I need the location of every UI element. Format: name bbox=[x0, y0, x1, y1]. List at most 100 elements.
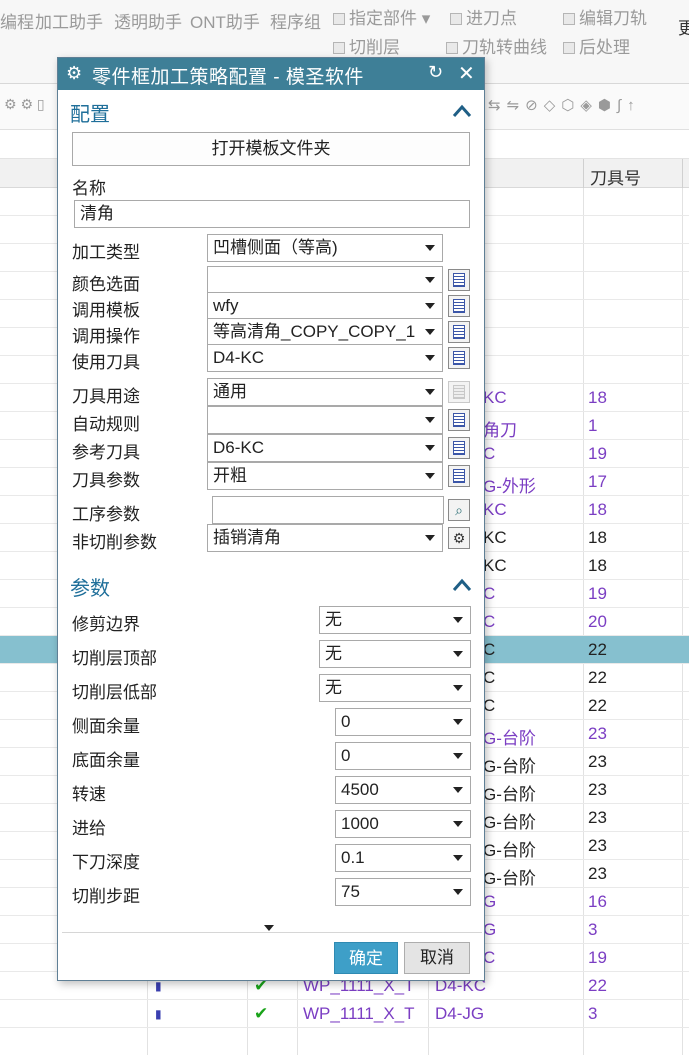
ribbon-item-toolpath-to-curve[interactable]: 刀轨转曲线 bbox=[446, 33, 547, 58]
tool-name-cell: G-台阶 bbox=[483, 869, 536, 888]
list-icon[interactable] bbox=[448, 409, 470, 431]
list-icon[interactable] bbox=[448, 437, 470, 459]
config-label: 工序参数 bbox=[72, 505, 140, 524]
list-icon[interactable] bbox=[448, 347, 470, 369]
config-label: 调用操作 bbox=[72, 327, 140, 346]
ribbon-item-programming[interactable]: 编程 bbox=[0, 8, 34, 33]
config-dropdown[interactable]: D4-KC bbox=[207, 344, 443, 372]
chevron-down-icon bbox=[425, 329, 435, 335]
expand-more-icon[interactable] bbox=[264, 925, 274, 931]
list-icon[interactable] bbox=[448, 465, 470, 487]
list-icon[interactable] bbox=[448, 295, 470, 317]
chevron-down-icon bbox=[425, 417, 435, 423]
tool-number-cell: 1 bbox=[588, 416, 598, 435]
tool-number-header[interactable]: 刀具号 bbox=[590, 164, 641, 189]
toolbar-right-icons[interactable]: ⇆⇋⊘◇⬡◈⬢∫↑ bbox=[488, 96, 641, 114]
collapse-params-icon[interactable] bbox=[452, 578, 472, 592]
config-text-input[interactable] bbox=[212, 496, 444, 524]
name-label: 名称 bbox=[72, 179, 106, 198]
table-row[interactable] bbox=[0, 1028, 689, 1055]
param-dropdown[interactable]: 1000 bbox=[335, 810, 471, 838]
param-value: 1000 bbox=[341, 814, 379, 833]
list-icon[interactable] bbox=[448, 269, 470, 291]
ribbon-item-postprocess[interactable]: 后处理 bbox=[563, 33, 630, 58]
chevron-down-icon bbox=[453, 855, 463, 861]
ribbon-item-transparent-helper[interactable]: 透明助手 bbox=[114, 8, 182, 33]
param-dropdown[interactable]: 0.1 bbox=[335, 844, 471, 872]
open-template-folder-button[interactable]: 打开模板文件夹 bbox=[72, 132, 470, 166]
chevron-down-icon bbox=[425, 445, 435, 451]
part-icon bbox=[333, 13, 345, 25]
param-label: 切削步距 bbox=[72, 887, 140, 906]
ribbon-item-program-group[interactable]: 程序组 bbox=[270, 8, 321, 33]
param-dropdown[interactable]: 无 bbox=[319, 674, 471, 702]
config-value: 插销清角 bbox=[213, 528, 281, 547]
tool-number-cell: 22 bbox=[588, 668, 607, 687]
config-label: 加工类型 bbox=[72, 243, 140, 262]
param-label: 下刀深度 bbox=[72, 853, 140, 872]
config-dropdown[interactable]: D6-KC bbox=[207, 434, 443, 462]
reset-icon[interactable]: ↻ bbox=[428, 62, 443, 83]
tool-number-cell: 18 bbox=[588, 528, 607, 547]
toolbar-left-icons[interactable]: ⚙︎ ⚙︎ ▯ bbox=[4, 96, 45, 113]
config-dropdown[interactable]: 通用 bbox=[207, 378, 443, 406]
param-dropdown[interactable]: 0 bbox=[335, 708, 471, 736]
cancel-button[interactable]: 取消 bbox=[404, 942, 470, 974]
config-dropdown[interactable]: wfy bbox=[207, 292, 443, 320]
ribbon-item-specify-part[interactable]: 指定部件 ▾ bbox=[333, 4, 430, 29]
chevron-down-icon bbox=[453, 651, 463, 657]
config-value: 凹槽侧面（等高) bbox=[213, 238, 338, 257]
edit-toolpath-icon bbox=[563, 13, 575, 25]
tool-number-cell: 23 bbox=[588, 864, 607, 883]
search-icon[interactable]: ⌕ bbox=[448, 499, 470, 521]
tool-number-cell: 22 bbox=[588, 640, 607, 659]
config-value: 通用 bbox=[213, 382, 247, 401]
param-label: 修剪边界 bbox=[72, 615, 140, 634]
close-icon[interactable]: ✕ bbox=[458, 61, 475, 86]
param-label: 侧面余量 bbox=[72, 717, 140, 736]
config-label: 刀具用途 bbox=[72, 387, 140, 406]
settings-gear-icon[interactable]: ⚙ bbox=[448, 527, 470, 549]
config-dropdown[interactable]: 插销清角 bbox=[207, 524, 443, 552]
param-dropdown[interactable]: 无 bbox=[319, 606, 471, 634]
ribbon-item-cut-levels[interactable]: 切削层 bbox=[333, 33, 400, 58]
dialog-titlebar[interactable]: ⚙ 零件框加工策略配置 - 模圣软件 ↻ ✕ bbox=[58, 58, 484, 90]
ribbon-item-ont-helper[interactable]: ONT助手 bbox=[190, 8, 260, 33]
toolpath-curve-icon bbox=[446, 42, 458, 54]
param-dropdown[interactable]: 无 bbox=[319, 640, 471, 668]
ribbon-item-entry-point[interactable]: 进刀点 bbox=[450, 4, 517, 29]
footer-separator bbox=[62, 932, 482, 933]
config-dropdown[interactable] bbox=[207, 266, 443, 294]
table-row[interactable]: ▮ ✔ WP_1111_X_T D4-JG 3 bbox=[0, 1000, 689, 1028]
param-dropdown[interactable]: 4500 bbox=[335, 776, 471, 804]
param-label: 切削层低部 bbox=[72, 683, 157, 702]
header-separator bbox=[583, 159, 584, 189]
tool-name-cell: G-外形 bbox=[483, 477, 536, 496]
config-heading: 配置 bbox=[70, 104, 110, 126]
ribbon-item-machining-helper[interactable]: 加工助手 bbox=[35, 8, 103, 33]
tool-name-cell: 角刀 bbox=[483, 421, 517, 440]
collapse-config-icon[interactable] bbox=[452, 104, 472, 118]
tool-name-cell: KC bbox=[483, 388, 507, 407]
chevron-down-icon bbox=[425, 389, 435, 395]
config-section: 配置 打开模板文件夹 名称 清角 加工类型 凹槽侧面（等高) 颜色选面 调用模板 wfy… bbox=[62, 92, 482, 560]
param-dropdown[interactable]: 0 bbox=[335, 742, 471, 770]
list-icon[interactable] bbox=[448, 321, 470, 343]
param-dropdown[interactable]: 75 bbox=[335, 878, 471, 906]
ribbon-item-edit-toolpath[interactable]: 编辑刀轨 bbox=[563, 4, 647, 29]
ok-button[interactable]: 确定 bbox=[334, 942, 398, 974]
tool-number-cell: 19 bbox=[588, 948, 607, 967]
ribbon-item-more[interactable]: 更 bbox=[678, 14, 689, 39]
tool-number-cell: 18 bbox=[588, 388, 607, 407]
postprocess-icon bbox=[563, 42, 575, 54]
config-dropdown[interactable]: 等高清角_COPY_COPY_1 bbox=[207, 318, 443, 346]
tool-number-cell: 22 bbox=[588, 696, 607, 715]
name-field[interactable]: 清角 bbox=[74, 200, 470, 228]
chevron-down-icon bbox=[425, 535, 435, 541]
config-dropdown[interactable]: 开粗 bbox=[207, 462, 443, 490]
strategy-config-dialog: ⚙ 零件框加工策略配置 - 模圣软件 ↻ ✕ 配置 打开模板文件夹 名称 清角 … bbox=[57, 57, 485, 981]
config-dropdown[interactable] bbox=[207, 406, 443, 434]
param-label: 底面余量 bbox=[72, 751, 140, 770]
config-dropdown[interactable]: 凹槽侧面（等高) bbox=[207, 234, 443, 262]
status-check-icon: ✔ bbox=[254, 1004, 269, 1023]
